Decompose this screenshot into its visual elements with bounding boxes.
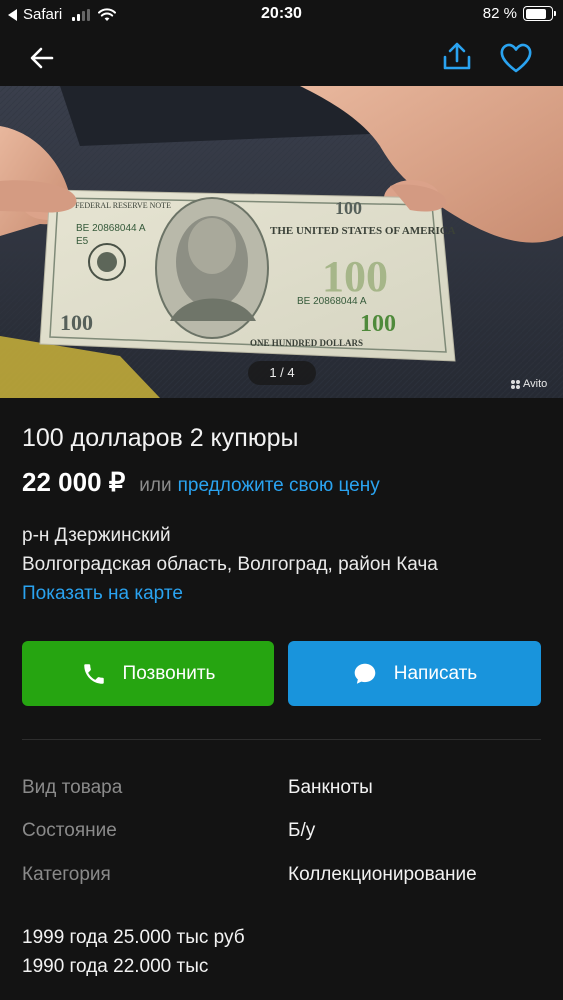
avito-watermark: Avito [511,378,547,390]
price-or-label: или [139,475,172,496]
offer-price-link[interactable]: предложите свою цену [178,475,380,497]
description-line: 1999 года 25.000 тыс руб [22,927,245,948]
banknote-denomination-green: 100 [360,311,396,337]
status-bar: Safari 20:30 82 % [0,0,563,30]
listing-price: 22 000 ₽ [22,467,126,497]
param-value-type: Банкноты [288,777,373,798]
battery-icon [523,6,556,21]
price-row: 22 000 ₽ или предложите свою цену [22,467,380,498]
nav-bar [0,30,563,86]
banknote-serial-left: BE 20868044 A [76,223,146,234]
banknote-serial: BE 20868044 A [297,296,367,307]
call-button-label: Позвонить [122,662,216,684]
avito-watermark-text: Avito [523,378,548,390]
banknote-country: THE UNITED STATES OF AMERICA [270,225,456,237]
listing-title: 100 долларов 2 купюры [22,424,299,452]
param-label-category: Категория [22,864,111,885]
banknote-block: E5 [76,236,89,247]
listing-address: Волгоградская область, Волгоград, район … [22,554,438,575]
divider [22,739,541,740]
param-label-type: Вид товара [22,777,123,798]
description-line: 1990 года 22.000 тыс [22,956,209,977]
avito-logo-icon [511,379,520,389]
status-bar-time: 20:30 [261,5,302,22]
chat-bubble-icon [354,663,376,684]
param-value-category: Коллекционирование [288,864,477,885]
banknote-header: FEDERAL RESERVE NOTE [75,201,171,210]
share-icon[interactable] [440,40,474,74]
battery-level [525,8,546,19]
listing-photo[interactable]: 100 100 100 100 FEDERAL RESERVE NOTE THE… [0,86,563,398]
arrow-left-icon[interactable] [26,42,58,74]
banknote-photo: 100 100 100 100 FEDERAL RESERVE NOTE THE… [0,86,563,398]
param-label-condition: Состояние [22,820,117,841]
param-value-condition: Б/у [288,820,316,841]
banknote-denomination-corner-left: 100 [60,310,93,335]
banknote-denomination-words: ONE HUNDRED DOLLARS [250,338,363,348]
write-button-label: Написать [393,662,478,684]
banknote-denomination-watermark: 100 [322,252,388,301]
photo-counter: 1 / 4 [248,361,316,385]
heart-icon[interactable] [498,41,534,75]
call-button[interactable]: Позвонить [22,641,274,706]
phone-icon [83,663,104,684]
listing-district: р-н Дзержинский [22,525,171,546]
write-button[interactable]: Написать [288,641,541,706]
battery-percent: 82 % [482,5,517,22]
show-on-map-link[interactable]: Показать на карте [22,583,183,605]
banknote-denomination-corner: 100 [335,198,362,218]
